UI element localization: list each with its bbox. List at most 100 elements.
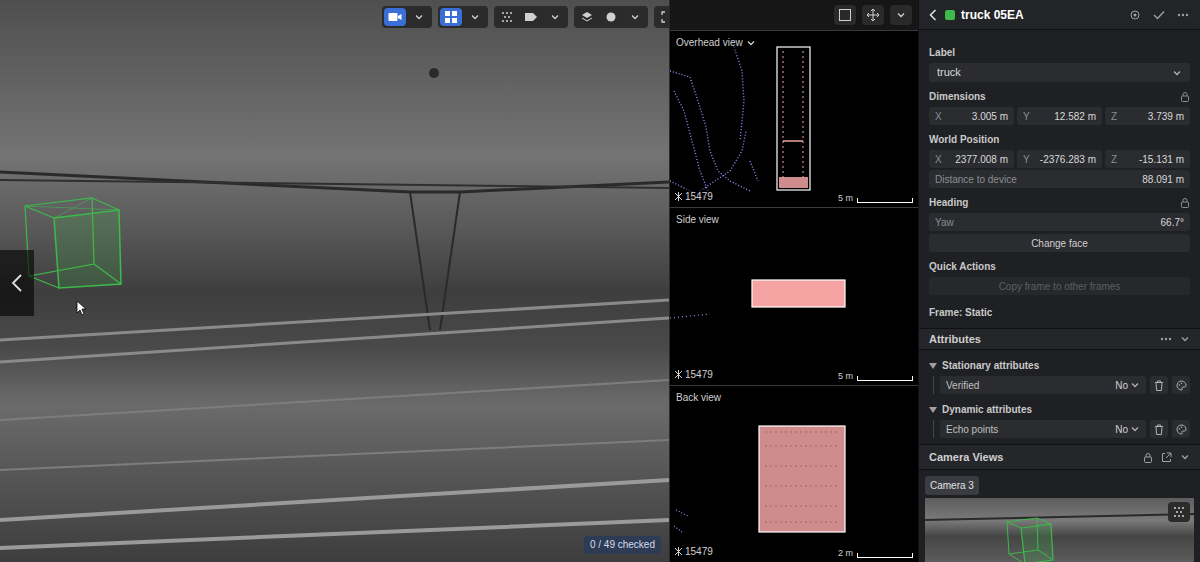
chevron-down-icon[interactable] bbox=[544, 8, 566, 26]
point-cloud[interactable] bbox=[670, 386, 918, 562]
field-value: 12.582 m bbox=[1054, 109, 1096, 124]
view-panel[interactable]: Side view 15479 5 m bbox=[670, 207, 918, 384]
position-field[interactable]: X2377.008 m bbox=[929, 150, 1014, 168]
lock-icon[interactable] bbox=[1143, 452, 1153, 463]
points-icon[interactable] bbox=[496, 8, 518, 26]
palette-icon[interactable] bbox=[1172, 376, 1190, 394]
attributes-header[interactable]: Attributes bbox=[919, 328, 1200, 350]
target-icon[interactable] bbox=[1126, 9, 1144, 21]
fullscreen-icon[interactable] bbox=[656, 8, 669, 26]
attribute-field[interactable]: Echo pointsNo bbox=[940, 420, 1146, 438]
camera-tab[interactable]: Camera 3 bbox=[925, 476, 979, 495]
trash-icon[interactable] bbox=[1150, 420, 1168, 438]
circle-icon[interactable] bbox=[600, 8, 622, 26]
chevron-down-icon[interactable] bbox=[464, 8, 486, 26]
cursor-icon bbox=[76, 300, 88, 316]
lock-icon[interactable] bbox=[1180, 197, 1190, 208]
frame-id-icon bbox=[674, 370, 683, 379]
more-icon[interactable] bbox=[1174, 13, 1192, 17]
toolbar-group bbox=[494, 6, 568, 28]
external-link-icon[interactable] bbox=[1161, 452, 1172, 463]
section-title: Heading bbox=[929, 195, 968, 210]
field-label: Y bbox=[1023, 109, 1030, 124]
scale-line bbox=[857, 376, 913, 381]
field-value: 3.005 m bbox=[972, 109, 1008, 124]
view-title-text: Side view bbox=[676, 212, 719, 227]
grid-layout-icon[interactable] bbox=[440, 8, 462, 26]
field-value: -2376.283 m bbox=[1040, 152, 1096, 167]
video-camera-icon[interactable] bbox=[384, 8, 406, 26]
camera-views-header[interactable]: Camera Views bbox=[919, 444, 1200, 470]
section-heading: Heading bbox=[929, 195, 1190, 210]
dimension-field[interactable]: Y 12.582 m bbox=[1017, 107, 1102, 125]
change-face-button[interactable]: Change face bbox=[929, 234, 1190, 252]
scale-bar: 5 m bbox=[838, 371, 913, 381]
triangle-icon[interactable] bbox=[929, 362, 937, 370]
point-cloud[interactable] bbox=[670, 208, 918, 384]
chevron-down-icon[interactable] bbox=[746, 38, 756, 48]
frame-id-text: 15479 bbox=[685, 189, 713, 204]
section-heading: World Position bbox=[929, 132, 1190, 147]
section-title: Label bbox=[929, 45, 955, 60]
scale-bar: 5 m bbox=[838, 193, 913, 203]
views-header bbox=[670, 0, 918, 30]
position-fields: X2377.008 m Y -2376.283 m Z-15.131 m bbox=[929, 150, 1190, 168]
field-label: X bbox=[935, 109, 942, 124]
chevron-down-icon[interactable] bbox=[408, 8, 430, 26]
section-title: World Position bbox=[929, 132, 999, 147]
view-panel[interactable]: Overhead view 15479 5 m bbox=[670, 30, 918, 207]
annotation-box[interactable] bbox=[22, 196, 126, 292]
camera-thumbnail[interactable] bbox=[925, 498, 1194, 562]
section-heading: Dimensions bbox=[929, 89, 1190, 104]
field-label: Z bbox=[1111, 109, 1117, 124]
chevron-down-icon[interactable] bbox=[1180, 452, 1190, 462]
dimension-field[interactable]: Z3.739 m bbox=[1105, 107, 1190, 125]
palette-icon[interactable] bbox=[1172, 420, 1190, 438]
label-value: truck bbox=[937, 64, 961, 81]
field-value: -15.131 m bbox=[1139, 152, 1184, 167]
panel-body: Label truck Dimensions X 3.005 m Y 12.582 m Z3.… bbox=[919, 30, 1200, 328]
chevron-down-icon bbox=[1130, 380, 1140, 390]
object-panel: truck 05EALabeltruckDimensionsX3.005 mY1… bbox=[918, 0, 1200, 562]
frame-icon[interactable] bbox=[834, 5, 856, 25]
attribute-group[interactable]: Stationary attributes bbox=[929, 358, 1190, 373]
scale-label: 5 m bbox=[838, 193, 853, 203]
attribute-row: VerifiedNo bbox=[933, 376, 1190, 394]
attribute-select[interactable]: No bbox=[1115, 422, 1140, 437]
chevron-down-icon[interactable] bbox=[624, 8, 646, 26]
field-label: Yaw bbox=[935, 215, 954, 230]
attribute-select[interactable]: No bbox=[1115, 378, 1140, 393]
move-icon[interactable] bbox=[862, 5, 884, 25]
trash-icon[interactable] bbox=[1150, 376, 1168, 394]
position-field[interactable]: Y -2376.283 m bbox=[1017, 150, 1102, 168]
dimension-field[interactable]: X 3.005 m bbox=[929, 107, 1014, 125]
group-title: Dynamic attributes bbox=[942, 402, 1032, 417]
point-cloud[interactable] bbox=[670, 31, 918, 207]
attribute-group[interactable]: Dynamic attributes bbox=[929, 402, 1190, 417]
yaw-field[interactable]: Yaw66.7° bbox=[929, 213, 1190, 231]
view-panel[interactable]: Back view154792 m bbox=[670, 385, 918, 562]
position-field[interactable]: Z-15.131 m bbox=[1105, 150, 1190, 168]
layers-icon[interactable] bbox=[576, 8, 598, 26]
lock-icon[interactable] bbox=[1180, 91, 1190, 102]
more-icon[interactable] bbox=[1160, 337, 1172, 341]
prev-icon[interactable] bbox=[0, 250, 34, 316]
check-icon[interactable] bbox=[1150, 10, 1168, 20]
field-value: 88.091 m bbox=[1142, 172, 1184, 187]
frame-id-text: 15479 bbox=[685, 367, 713, 382]
label-color-swatch bbox=[945, 10, 955, 20]
attribute-field[interactable]: VerifiedNo bbox=[940, 376, 1146, 394]
camera-view[interactable]: 0 / 49 checked bbox=[0, 0, 669, 562]
chevron-down-icon[interactable] bbox=[890, 5, 912, 25]
chevron-down-icon[interactable] bbox=[1180, 334, 1190, 344]
points-icon[interactable] bbox=[1168, 502, 1190, 522]
tag-icon[interactable] bbox=[520, 8, 542, 26]
field-label: Y bbox=[1023, 152, 1030, 167]
label-dropdown[interactable]: truck bbox=[929, 63, 1190, 82]
frame-id: 15479 bbox=[674, 367, 713, 382]
view-title[interactable]: Overhead view bbox=[676, 35, 756, 50]
lidar-views: Overhead view 15479 5 m Side view 15479 5 m Ba… bbox=[669, 0, 918, 562]
dimensions-fields: X 3.005 m Y 12.582 m Z3.739 m bbox=[929, 107, 1190, 125]
triangle-icon[interactable] bbox=[929, 406, 937, 414]
back-icon[interactable] bbox=[927, 9, 939, 21]
